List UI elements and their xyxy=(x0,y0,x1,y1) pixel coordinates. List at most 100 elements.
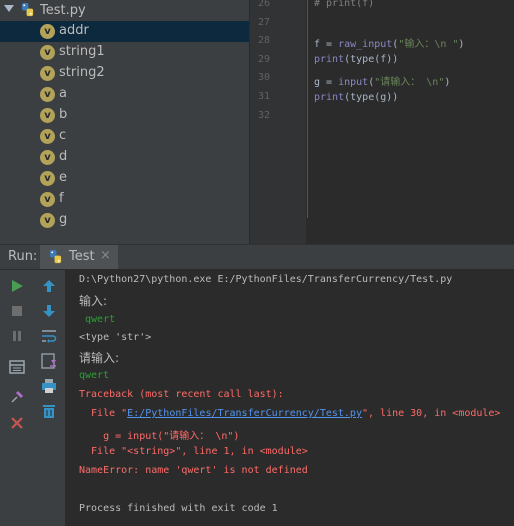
python-file-icon xyxy=(49,249,62,264)
scroll-down-button[interactable] xyxy=(38,300,60,322)
pause-icon xyxy=(13,331,21,341)
code-line-28[interactable]: f = raw_input("输入：\n ") xyxy=(314,35,464,50)
play-icon xyxy=(12,280,23,292)
traceback-code-line: g = input("请输入： \n") xyxy=(79,431,240,442)
layout-button[interactable] xyxy=(6,356,28,378)
arrow-down-icon xyxy=(43,305,55,317)
traceback-header: Traceback (most recent call last): xyxy=(79,389,284,400)
collapse-arrow-icon[interactable] xyxy=(4,5,14,12)
right-margin-line xyxy=(307,0,308,218)
assign-text: f = xyxy=(314,39,339,50)
tree-item-f[interactable]: vf xyxy=(0,189,249,210)
code-line-29[interactable]: print(type(f)) xyxy=(314,54,398,65)
console-type-output: <type 'str'> xyxy=(79,332,152,343)
run-title: Run: xyxy=(8,249,38,264)
soft-wrap-button[interactable] xyxy=(38,325,60,347)
line-number: 27 xyxy=(257,16,270,28)
tree-item-label: b xyxy=(59,107,68,122)
close-icon xyxy=(11,417,23,429)
pause-button[interactable] xyxy=(6,325,28,347)
console-user-input-1: qwert xyxy=(79,314,116,325)
scroll-up-button[interactable] xyxy=(38,275,60,297)
builtin-call: input xyxy=(338,77,369,88)
traceback-file-line-1: File "E:/PythonFiles/TransferCurrency/Te… xyxy=(79,408,500,419)
tree-item-b[interactable]: vb xyxy=(0,105,249,126)
tree-item-c[interactable]: vc xyxy=(0,126,249,147)
variable-icon: v xyxy=(40,129,55,144)
layout-icon xyxy=(9,360,25,374)
structure-panel: Test.py v addr v string1 v string2 v a v b v c v d v e v… xyxy=(0,0,249,244)
builtin-call: raw_input xyxy=(338,39,393,50)
tree-item-string1[interactable]: v string1 xyxy=(0,42,249,63)
file-prefix: File " xyxy=(79,408,128,419)
tree-item-a[interactable]: va xyxy=(0,84,249,105)
tree-item-e[interactable]: ve xyxy=(0,168,249,189)
console-user-input-2: qwert xyxy=(79,370,110,381)
editor-bottom-area xyxy=(308,218,514,244)
builtin-call: print xyxy=(314,54,345,65)
error-message: NameError: name 'qwert' is not defined xyxy=(79,465,308,476)
print-button[interactable] xyxy=(38,375,60,397)
tree-item-addr[interactable]: v addr xyxy=(0,21,249,42)
run-tab-label: Test xyxy=(69,249,95,264)
arrow-up-icon xyxy=(43,280,55,292)
tree-item-d[interactable]: vd xyxy=(0,147,249,168)
comment-text: # print(f) xyxy=(314,0,375,9)
tree-root-label: Test.py xyxy=(40,3,86,18)
variable-icon: v xyxy=(40,171,55,186)
tree-root-row[interactable]: Test.py xyxy=(0,0,249,21)
string-literal: "输入：\n " xyxy=(398,39,459,50)
tree-item-g[interactable]: vg xyxy=(0,210,249,231)
code-line-31[interactable]: print(type(g)) xyxy=(314,92,398,103)
traceback-file-line-2: File "<string>", line 1, in <module> xyxy=(79,446,308,457)
code-line-30[interactable]: g = input("请输入： \n") xyxy=(314,73,450,88)
trash-icon xyxy=(43,405,55,418)
scroll-to-end-button[interactable] xyxy=(38,350,60,372)
line-number: 28 xyxy=(257,35,270,47)
console-prompt-1: 输入: xyxy=(79,294,108,308)
tree-item-label: string2 xyxy=(59,65,105,80)
tree-item-label: f xyxy=(59,191,64,206)
code-editor[interactable]: 26 27 28 29 30 31 32 # print(f) f = raw_input(… xyxy=(250,0,514,244)
close-icon[interactable]: × xyxy=(100,248,111,263)
close-run-button[interactable] xyxy=(6,412,28,434)
tree-item-label: c xyxy=(59,128,67,143)
string-literal: "请输入： \n" xyxy=(374,77,445,88)
print-icon xyxy=(42,379,56,393)
code-line-26[interactable]: # print(f) xyxy=(314,0,374,9)
line-number: 31 xyxy=(257,91,270,102)
call-args: (type(g)) xyxy=(344,92,399,103)
paren-close: ) xyxy=(444,77,451,88)
line-number: 30 xyxy=(257,72,270,84)
console-command-line: D:\Python27\python.exe E:/PythonFiles/Tr… xyxy=(79,274,453,285)
pin-icon xyxy=(11,391,23,403)
variable-icon: v xyxy=(40,150,55,165)
file-suffix: ", line 30, in <module> xyxy=(361,408,501,419)
line-gutter: 26 27 28 29 30 31 32 xyxy=(250,0,306,244)
variable-icon: v xyxy=(40,192,55,207)
rerun-button[interactable] xyxy=(6,275,28,297)
run-toolbar xyxy=(0,270,65,526)
assign-text: g = xyxy=(314,77,339,88)
console-output[interactable]: D:\Python27\python.exe E:/PythonFiles/Tr… xyxy=(66,270,514,526)
run-tab-test[interactable]: Test × xyxy=(40,245,118,269)
clear-all-button[interactable] xyxy=(38,400,60,422)
scroll-to-end-icon xyxy=(41,353,56,369)
call-args: (type(f)) xyxy=(344,54,399,65)
file-link[interactable]: E:/PythonFiles/TransferCurrency/Test.py xyxy=(127,408,362,419)
stop-button[interactable] xyxy=(6,300,28,322)
console-prompt-2: 请输入: xyxy=(79,351,120,365)
tree-item-label: string1 xyxy=(59,44,105,59)
variable-icon: v xyxy=(40,45,55,60)
builtin-call: print xyxy=(314,92,345,103)
pin-button[interactable] xyxy=(6,386,28,408)
tree-item-label: addr xyxy=(59,23,89,38)
line-number: 26 xyxy=(257,0,270,9)
tree-item-label: e xyxy=(59,170,67,185)
tree-item-label: g xyxy=(59,212,68,227)
stop-icon xyxy=(12,306,22,316)
tree-item-label: d xyxy=(59,149,68,164)
tree-item-string2[interactable]: v string2 xyxy=(0,63,249,84)
variable-icon: v xyxy=(40,66,55,81)
variable-icon: v xyxy=(40,213,55,228)
